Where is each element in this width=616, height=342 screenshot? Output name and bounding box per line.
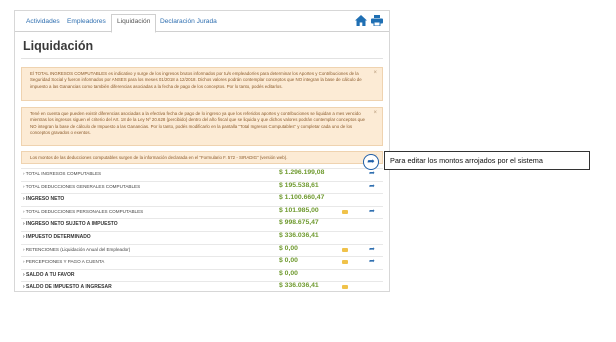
tab-empleadores[interactable]: Empleadores: [62, 15, 111, 32]
close-icon[interactable]: ×: [373, 70, 377, 76]
tab-actividades[interactable]: Actividades: [21, 15, 65, 32]
share-icon[interactable]: ➦: [369, 182, 375, 190]
row-label[interactable]: › TOTAL INGRESOS COMPUTABLES: [23, 171, 101, 176]
table-row[interactable]: › IMPUESTO DETERMINADO $ 336.036,41: [21, 231, 383, 242]
row-value: $ 195.538,61: [279, 181, 319, 189]
table-row[interactable]: › INGRESO NETO SUJETO A IMPUESTO $ 998.67…: [21, 218, 383, 229]
row-label[interactable]: › RETENCIONES (Liquidación Anual del Emp…: [23, 247, 130, 252]
row-label[interactable]: › TOTAL DEDUCCIONES PERSONALES COMPUTABL…: [23, 209, 143, 214]
page-title: Liquidación: [23, 39, 94, 53]
share-icon-highlight[interactable]: ➦: [363, 154, 379, 170]
row-label[interactable]: › SALDO DE IMPUESTO A INGRESAR: [23, 284, 112, 290]
home-icon[interactable]: [355, 15, 367, 28]
share-icon[interactable]: ➦: [369, 207, 375, 215]
envelope-icon[interactable]: [342, 260, 348, 265]
table-row[interactable]: › SALDO A TU FAVOR $ 0,00: [21, 268, 383, 280]
row-value: $ 1.296.199,08: [279, 169, 325, 176]
table-row[interactable]: › TOTAL DEDUCCIONES PERSONALES COMPUTABL…: [21, 205, 383, 217]
liquidacion-panel: Actividades Empleadores Liquidación Decl…: [14, 10, 390, 292]
row-label[interactable]: › TOTAL DEDUCCIONES GENERALES COMPUTABLE…: [23, 184, 140, 189]
table-row[interactable]: › TOTAL INGRESOS COMPUTABLES $ 1.296.199,…: [21, 168, 383, 179]
table-row[interactable]: › INGRESO NETO $ 1.100.660,47: [21, 193, 383, 204]
tab-bar: Actividades Empleadores Liquidación Decl…: [15, 11, 389, 33]
tab-liquidacion[interactable]: Liquidación: [111, 14, 157, 33]
row-label[interactable]: › INGRESO NETO SUJETO A IMPUESTO: [23, 221, 118, 227]
table-row[interactable]: › RETENCIONES (Liquidación Anual del Emp…: [21, 243, 383, 255]
row-label[interactable]: › INGRESO NETO: [23, 196, 64, 202]
share-icon[interactable]: ➦: [369, 245, 375, 253]
row-value: $ 336.036,41: [279, 232, 319, 239]
envelope-icon[interactable]: [342, 247, 348, 252]
envelope-icon[interactable]: [342, 285, 348, 290]
envelope-icon[interactable]: [342, 209, 348, 214]
callout-note: Para editar los montos arrojados por el …: [384, 151, 590, 170]
info-alert-ingresos: El TOTAL INGRESOS COMPUTABLES es indicat…: [21, 67, 383, 101]
print-icon[interactable]: [371, 15, 383, 28]
table-row[interactable]: › SALDO DE IMPUESTO A INGRESAR $ 336.036,…: [21, 281, 383, 291]
alert-text: Tené en cuenta que pueden existir difere…: [30, 111, 365, 136]
row-value: $ 101.985,00: [279, 206, 319, 214]
row-value: $ 0,00: [279, 257, 298, 265]
row-value: $ 336.036,41: [279, 282, 319, 290]
row-label[interactable]: › SALDO A TU FAVOR: [23, 272, 74, 278]
share-icon[interactable]: ➦: [369, 257, 375, 265]
share-icon[interactable]: ➦: [369, 169, 375, 177]
row-value: $ 1.100.660,47: [279, 194, 325, 202]
row-value: $ 0,00: [279, 269, 298, 277]
row-label[interactable]: › IMPUESTO DETERMINADO: [23, 234, 91, 240]
alert-text: Los montos de las deducciones computable…: [30, 155, 288, 160]
table-row[interactable]: › TOTAL DEDUCCIONES GENERALES COMPUTABLE…: [21, 180, 383, 192]
info-alert-deducciones: Los montos de las deducciones computable…: [21, 151, 383, 164]
divider: [21, 58, 383, 59]
row-value: $ 0,00: [279, 244, 298, 252]
alert-text: El TOTAL INGRESOS COMPUTABLES es indicat…: [30, 71, 362, 89]
info-alert-diferencias: Tené en cuenta que pueden existir difere…: [21, 107, 383, 146]
table-row[interactable]: › PERCEPCIONES Y PAGO A CUENTA $ 0,00 ➦: [21, 256, 383, 267]
tab-declaracion-jurada[interactable]: Declaración Jurada: [155, 15, 222, 32]
row-value: $ 998.675,47: [279, 219, 319, 227]
close-icon[interactable]: ×: [373, 110, 377, 116]
row-label[interactable]: › PERCEPCIONES Y PAGO A CUENTA: [23, 259, 104, 264]
